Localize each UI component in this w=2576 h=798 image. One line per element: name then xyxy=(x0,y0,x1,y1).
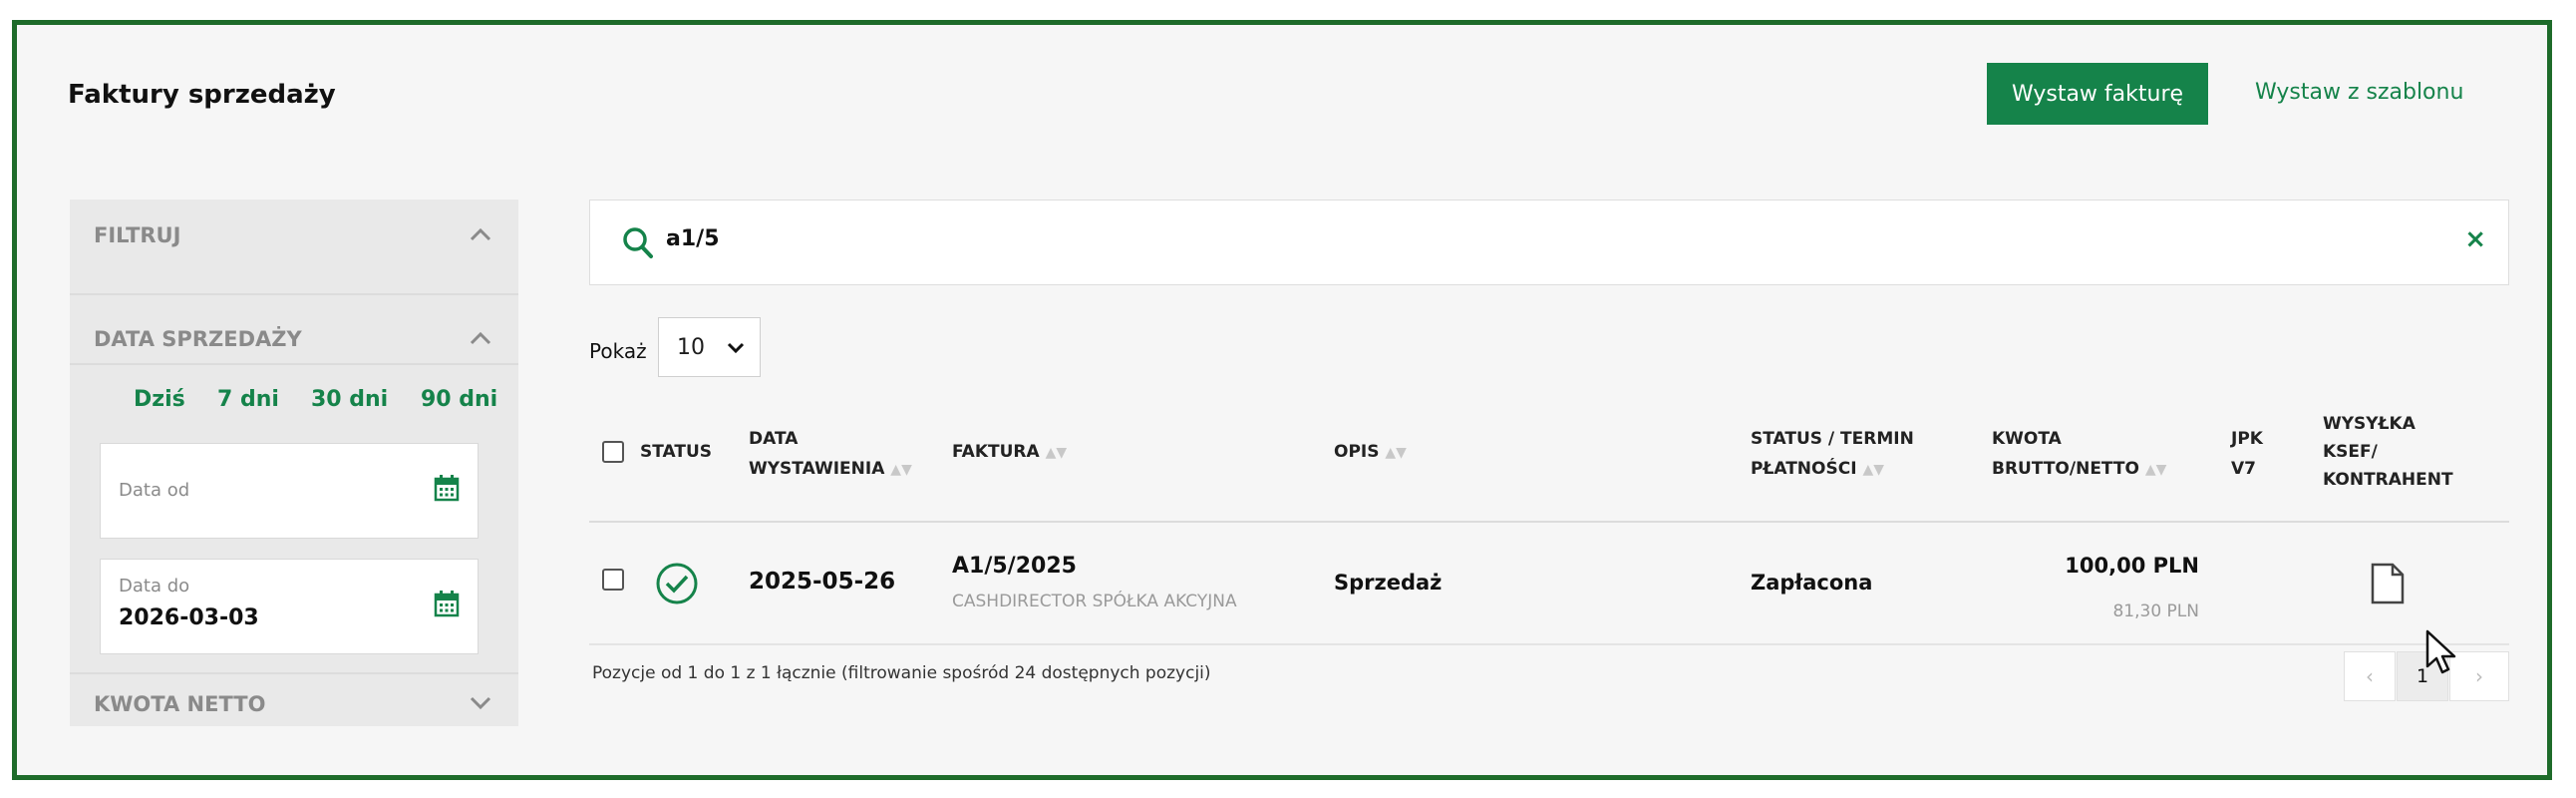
amount-section-label: KWOTA NETTO xyxy=(94,692,266,716)
column-jpk-line-1: JPK xyxy=(2231,429,2263,449)
search-icon xyxy=(622,226,654,264)
column-payment-line-2: PŁATNOŚCI xyxy=(1751,459,1857,479)
chevron-up-icon xyxy=(469,223,492,248)
document-icon[interactable] xyxy=(2370,563,2406,608)
quick-range-90-days[interactable]: 90 dni xyxy=(421,387,497,412)
issue-from-template-link[interactable]: Wystaw z szablonu xyxy=(2255,80,2463,105)
sort-icon: ▲▼ xyxy=(1385,445,1407,461)
mouse-cursor-icon xyxy=(2424,628,2458,680)
chevron-up-icon xyxy=(469,327,492,352)
column-date-line-2: WYSTAWIENIA xyxy=(749,459,885,479)
results-summary: Pozycje od 1 do 1 z 1 łącznie (filtrowan… xyxy=(592,663,1211,683)
column-jpk: JPK V7 xyxy=(2231,424,2263,484)
column-ksef: WYSYŁKA KSEF/ KONTRAHENT xyxy=(2323,410,2453,494)
column-amount-line-1: KWOTA xyxy=(1992,429,2062,449)
row-net-amount: 81,30 PLN xyxy=(2112,601,2199,621)
column-ksef-line-3: KONTRAHENT xyxy=(2323,470,2453,490)
column-status: STATUS xyxy=(640,442,713,462)
date-from-field[interactable]: Data od xyxy=(100,443,479,539)
filter-panel: FILTRUJ DATA SPRZEDAŻY Dziś 7 dni 30 dni… xyxy=(70,200,518,726)
quick-range-today[interactable]: Dziś xyxy=(134,387,185,412)
row-checkbox[interactable] xyxy=(602,569,624,591)
column-ksef-line-1: WYSYŁKA xyxy=(2323,414,2415,434)
column-ksef-line-2: KSEF/ xyxy=(2323,442,2378,462)
page-title: Faktury sprzedaży xyxy=(68,80,336,110)
column-jpk-line-2: V7 xyxy=(2231,459,2256,479)
row-gross-amount: 100,00 PLN xyxy=(2065,554,2199,578)
column-amount[interactable]: KWOTA BRUTTO/NETTO ▲▼ xyxy=(1992,424,2166,485)
date-to-label: Data do xyxy=(119,576,190,597)
clear-search-icon[interactable]: × xyxy=(2464,224,2486,254)
filter-section-label: FILTRUJ xyxy=(94,223,181,247)
previous-page-button[interactable]: ‹ xyxy=(2344,651,2396,701)
chevron-down-icon xyxy=(469,692,492,717)
row-divider xyxy=(589,643,2509,645)
row-contractor: CASHDIRECTOR SPÓŁKA AKCYJNA xyxy=(952,592,1237,611)
header-divider xyxy=(589,521,2509,523)
filter-section-header[interactable]: FILTRUJ xyxy=(70,200,518,271)
sort-icon: ▲▼ xyxy=(1862,462,1885,478)
column-invoice[interactable]: FAKTURA ▲▼ xyxy=(952,442,1067,463)
column-payment-status[interactable]: STATUS / TERMIN PŁATNOŚCI ▲▼ xyxy=(1751,424,1914,485)
quick-range-30-days[interactable]: 30 dni xyxy=(311,387,388,412)
calendar-icon[interactable] xyxy=(434,590,460,621)
column-date[interactable]: DATA WYSTAWIENIA ▲▼ xyxy=(749,424,912,485)
column-invoice-label: FAKTURA xyxy=(952,442,1040,462)
page-size-value: 10 xyxy=(677,334,705,360)
column-amount-line-2: BRUTTO/NETTO xyxy=(1992,459,2139,479)
select-all-checkbox[interactable] xyxy=(602,441,624,463)
column-payment-line-1: STATUS / TERMIN xyxy=(1751,429,1914,449)
page-size-label: Pokaż xyxy=(589,339,647,363)
search-input[interactable]: a1/5 × xyxy=(589,200,2509,285)
search-query[interactable]: a1/5 xyxy=(666,226,720,251)
next-page-button[interactable]: › xyxy=(2449,651,2509,701)
column-description[interactable]: OPIS ▲▼ xyxy=(1334,442,1407,463)
divider xyxy=(70,363,518,365)
row-payment-status: Zapłacona xyxy=(1751,571,1873,595)
calendar-icon[interactable] xyxy=(434,474,460,506)
date-to-value: 2026-03-03 xyxy=(119,605,259,630)
column-date-line-1: DATA xyxy=(749,429,799,449)
sort-icon: ▲▼ xyxy=(890,462,912,478)
amount-section-header[interactable]: KWOTA NETTO xyxy=(70,674,518,726)
quick-range-7-days[interactable]: 7 dni xyxy=(217,387,279,412)
date-section-label: DATA SPRZEDAŻY xyxy=(94,327,302,351)
sort-icon: ▲▼ xyxy=(1045,445,1068,461)
column-description-label: OPIS xyxy=(1334,442,1380,462)
date-from-label: Data od xyxy=(119,480,190,501)
sort-icon: ▲▼ xyxy=(2144,462,2167,478)
issue-invoice-button[interactable]: Wystaw fakturę xyxy=(1987,63,2208,125)
chevron-down-icon xyxy=(727,335,745,360)
paid-status-icon xyxy=(655,562,699,609)
divider xyxy=(70,293,518,295)
date-to-field[interactable]: Data do 2026-03-03 xyxy=(100,559,479,654)
row-issue-date: 2025-05-26 xyxy=(749,569,896,595)
page-size-select[interactable]: 10 xyxy=(658,317,761,377)
row-description: Sprzedaż xyxy=(1334,571,1443,595)
row-invoice-number[interactable]: A1/5/2025 xyxy=(952,554,1077,579)
